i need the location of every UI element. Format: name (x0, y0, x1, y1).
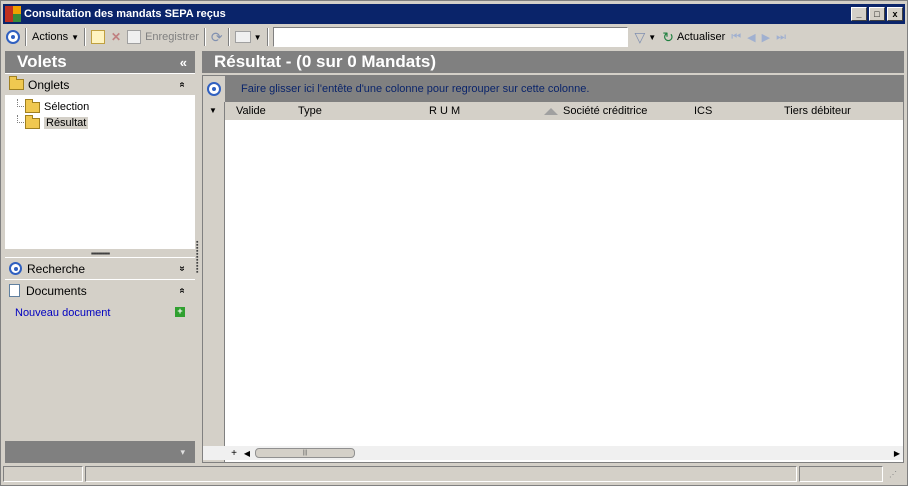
filter-icon[interactable]: ▽ ▼ (632, 26, 660, 48)
sync-icon[interactable]: ⟳ (208, 26, 226, 48)
search-circle-icon (9, 262, 22, 275)
left-footer[interactable]: ▾ (5, 441, 195, 463)
plus-icon[interactable]: + (175, 307, 185, 317)
expand-plus-icon[interactable]: + (227, 448, 241, 459)
volets-title: Volets (17, 52, 67, 71)
data-grid[interactable]: Faire glisser ici l'entête d'une colonne… (202, 75, 904, 463)
column-header-societe-creditrice[interactable]: Société créditrice (563, 105, 647, 117)
documents-label: Documents (26, 283, 87, 298)
row-indicator-column: ▼ (203, 102, 225, 462)
main-window: Consultation des mandats SEPA reçus _ □ … (0, 0, 908, 486)
chevron-up-icon[interactable]: « (177, 288, 188, 294)
panel-splitter[interactable]: ▪▪▪▪▪▪▪▪▪▪ (5, 249, 195, 258)
documents-body: Nouveau document + (5, 301, 195, 433)
save-icon (127, 30, 142, 44)
chevron-up-icon[interactable]: « (177, 82, 188, 88)
maximize-button[interactable]: □ (869, 7, 885, 21)
circle-icon[interactable] (3, 26, 23, 48)
minimize-button[interactable]: _ (851, 7, 867, 21)
column-header-rum[interactable]: R U M (429, 105, 460, 117)
volets-header: Volets « (5, 51, 195, 73)
status-cell (3, 466, 83, 482)
title-bar[interactable]: Consultation des mandats SEPA reçus _ □ … (3, 4, 905, 24)
close-button[interactable]: x (887, 7, 903, 21)
new-icon[interactable] (88, 26, 108, 48)
status-cell (799, 466, 883, 482)
vertical-splitter-grip[interactable]: ▪ ▪ ▪ ▪ ▪ ▪ ▪ ▪ ▪ ▪ ▪ (196, 239, 200, 277)
horizontal-scrollbar[interactable]: + ◀ ||| ▶ (203, 446, 903, 460)
recherche-group-header[interactable]: Recherche » (5, 257, 195, 279)
resize-grip-icon[interactable]: ⋰ (889, 470, 897, 479)
collapse-icon[interactable]: « (180, 55, 187, 70)
status-bar: ⋰ (3, 465, 905, 483)
dropdown-arrow-icon: ▾ (180, 446, 185, 457)
onglets-label: Onglets (28, 77, 70, 92)
next-record-icon[interactable]: ▶ (759, 26, 773, 48)
save-label: Enregistrer (145, 31, 199, 43)
scroll-thumb[interactable]: ||| (255, 448, 355, 458)
left-panel: Volets « Onglets « Sélection Résultat ▪▪… (5, 51, 195, 463)
previous-record-icon[interactable]: ◀ (744, 26, 758, 48)
new-document-link[interactable]: Nouveau document + (15, 307, 185, 319)
result-header: Résultat - (0 sur 0 Mandats) (202, 51, 904, 73)
actions-label: Actions (32, 31, 69, 43)
right-panel: Résultat - (0 sur 0 Mandats) Faire gliss… (202, 51, 904, 463)
document-icon (9, 284, 20, 297)
tree-item-label: Résultat (44, 117, 89, 129)
grid-options-icon[interactable] (203, 76, 225, 102)
status-cell (85, 466, 797, 482)
tree-item-selection[interactable]: Sélection (5, 98, 195, 115)
chevron-down-icon[interactable]: » (177, 266, 188, 272)
onglets-group-header[interactable]: Onglets « (5, 73, 195, 95)
dropdown-arrow-icon: ▼ (648, 32, 657, 42)
column-header-ics[interactable]: ICS (694, 105, 712, 117)
print-button[interactable]: ▼ (232, 26, 265, 48)
group-by-panel[interactable]: Faire glisser ici l'entête d'une colonne… (203, 76, 903, 102)
dropdown-arrow-icon: ▼ (71, 32, 79, 42)
column-header-row: Valide Type R U M Société créditrice ICS… (203, 102, 903, 120)
open-folder-icon (25, 114, 40, 129)
window-title: Consultation des mandats SEPA reçus (24, 8, 226, 20)
folder-icon (9, 76, 24, 90)
scroll-left-icon[interactable]: ◀ (241, 447, 253, 459)
delete-icon[interactable]: ✕ (108, 26, 124, 48)
column-header-valide[interactable]: Valide (236, 105, 266, 117)
onglets-tree: Sélection Résultat (5, 95, 195, 249)
column-header-type[interactable]: Type (298, 105, 322, 117)
refresh-icon: ↻ (662, 28, 674, 45)
recherche-label: Recherche (27, 261, 86, 276)
app-icon (5, 6, 21, 22)
last-record-icon[interactable]: ⏭ (773, 26, 789, 48)
folder-icon (25, 98, 40, 113)
chevron-down-icon[interactable]: ▼ (209, 106, 217, 115)
new-document-label: Nouveau document (15, 307, 111, 319)
actions-menu[interactable]: Actions ▼ (29, 26, 82, 48)
dropdown-arrow-icon: ▼ (253, 32, 262, 42)
refresh-label: Actualiser (676, 31, 726, 43)
tree-item-resultat[interactable]: Résultat (5, 114, 195, 131)
tree-item-label: Sélection (44, 101, 90, 113)
save-button[interactable]: Enregistrer (124, 26, 202, 48)
printer-icon (234, 31, 251, 43)
toolbar: Actions ▼ ✕ Enregistrer ⟳ ▼ ▽ ▼ ↻ Actualis… (3, 25, 905, 49)
scroll-right-icon[interactable]: ▶ (891, 447, 903, 459)
column-header-tiers-debiteur[interactable]: Tiers débiteur (784, 105, 851, 117)
sort-ascending-icon (544, 108, 558, 115)
group-hint: Faire glisser ici l'entête d'une colonne… (241, 83, 590, 95)
refresh-button[interactable]: ↻ Actualiser (659, 26, 728, 48)
search-input[interactable] (272, 27, 628, 47)
first-record-icon[interactable]: ⏮ (728, 26, 744, 48)
documents-group-header[interactable]: Documents « (5, 279, 195, 301)
